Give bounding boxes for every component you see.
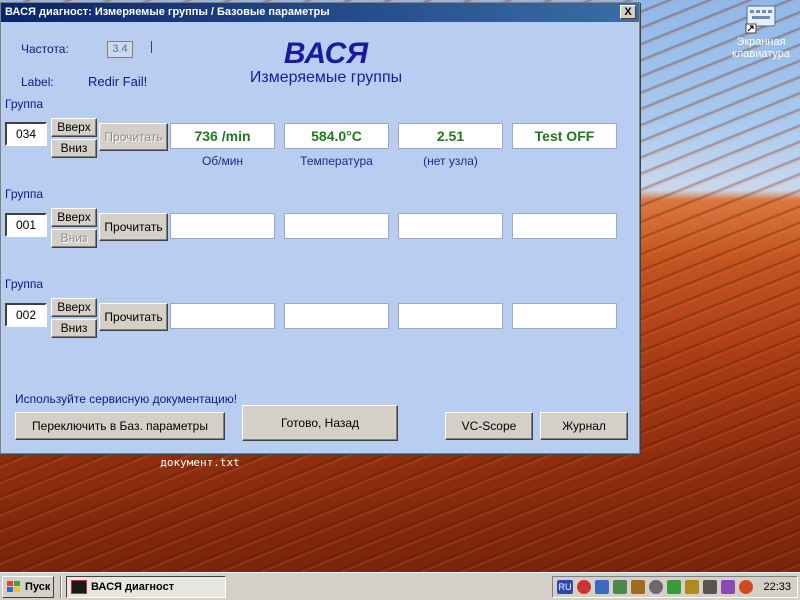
group-caption: Группа <box>5 277 44 291</box>
language-indicator[interactable]: RU <box>557 580 573 594</box>
desktop-icon-label: Экранная клавиатура <box>731 36 791 60</box>
start-button[interactable]: Пуск <box>2 576 54 598</box>
freq-label: Частота: <box>21 42 69 56</box>
desktop-file-label[interactable]: документ.txt <box>160 456 240 469</box>
taskbar-separator <box>60 576 62 598</box>
shield-icon[interactable] <box>577 580 591 594</box>
group-number-input[interactable]: 001 <box>5 213 47 237</box>
windows-flag-icon <box>7 581 20 592</box>
label-value: Redir Fail! <box>88 74 148 89</box>
unit-label: Температура <box>300 154 373 168</box>
app-title: ВАСЯ <box>283 37 369 70</box>
value-field: 584.0°C <box>284 123 389 149</box>
service-hint: Используйте сервисную документацию! <box>15 392 238 406</box>
group-number-input[interactable]: 002 <box>5 303 47 327</box>
group-number-input[interactable]: 034 <box>5 122 47 146</box>
group-read-button[interactable]: Прочитать <box>99 303 168 331</box>
value-field <box>170 213 275 239</box>
value-field <box>512 213 617 239</box>
system-tray: RU 22:33 <box>552 576 798 598</box>
taskbar-app-button[interactable]: ВАСЯ диагност <box>66 576 226 598</box>
group-down-button[interactable]: Вниз <box>51 229 97 248</box>
pen-icon[interactable] <box>721 580 735 594</box>
monitor-icon[interactable] <box>613 580 627 594</box>
value-field <box>284 303 389 329</box>
desktop-icon-onscreen-keyboard[interactable]: Экранная клавиатура <box>722 2 800 60</box>
group-caption: Группа <box>5 97 44 111</box>
antivirus-icon[interactable] <box>739 580 753 594</box>
group-up-button[interactable]: Вверх <box>51 298 97 317</box>
start-label: Пуск <box>25 581 51 593</box>
app-icon <box>71 580 87 594</box>
vc-scope-button[interactable]: VC-Scope <box>445 412 533 440</box>
value-field: 2.51 <box>398 123 503 149</box>
clock[interactable]: 22:33 <box>763 581 791 593</box>
display-icon[interactable] <box>703 580 717 594</box>
taskbar: Пуск ВАСЯ диагност RU 22:33 <box>0 572 800 600</box>
group-read-button[interactable]: Прочитать <box>99 123 168 151</box>
group-caption: Группа <box>5 187 44 201</box>
disk-icon[interactable] <box>649 580 663 594</box>
update-icon[interactable] <box>667 580 681 594</box>
group-down-button[interactable]: Вниз <box>51 139 97 158</box>
network-icon[interactable] <box>595 580 609 594</box>
app-subtitle: Измеряемые группы <box>249 69 403 86</box>
group-down-button[interactable]: Вниз <box>51 319 97 338</box>
group-read-button[interactable]: Прочитать <box>99 213 168 241</box>
value-field: 736 /min <box>170 123 275 149</box>
value-field <box>512 303 617 329</box>
main-window: ВАСЯ диагност: Измеряемые группы / Базов… <box>0 2 640 454</box>
freq-indicator <box>151 41 152 53</box>
close-button[interactable]: X <box>620 5 636 19</box>
unit-label: Об/мин <box>201 154 244 168</box>
value-field <box>398 303 503 329</box>
battery-icon[interactable] <box>685 580 699 594</box>
keyboard-icon <box>745 5 776 34</box>
window-titlebar[interactable]: ВАСЯ диагност: Измеряемые группы / Базов… <box>1 3 639 22</box>
group-up-button[interactable]: Вверх <box>51 208 97 227</box>
done-back-button[interactable]: Готово, Назад <box>242 405 398 441</box>
label-key: Label: <box>21 75 54 89</box>
value-field <box>398 213 503 239</box>
value-field: Test OFF <box>512 123 617 149</box>
value-field <box>170 303 275 329</box>
value-field <box>284 213 389 239</box>
unit-label: (нет узла) <box>423 154 478 168</box>
group-up-button[interactable]: Вверх <box>51 118 97 137</box>
window-title: ВАСЯ диагност: Измеряемые группы / Базов… <box>5 6 330 18</box>
speaker-icon[interactable] <box>631 580 645 594</box>
switch-basic-params-button[interactable]: Переключить в Баз. параметры <box>15 412 225 440</box>
freq-value: 3.4 <box>107 41 133 58</box>
journal-button[interactable]: Журнал <box>540 412 628 440</box>
taskbar-app-label: ВАСЯ диагност <box>91 581 175 593</box>
